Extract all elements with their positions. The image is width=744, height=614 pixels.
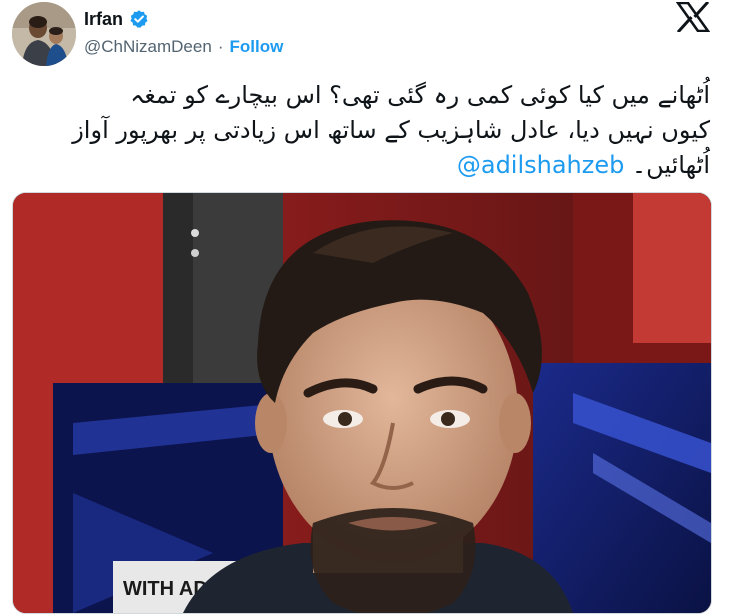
tweet-card: Irfan @ChNizamDeen · Follow اُٹھانے میں … xyxy=(0,0,744,614)
mention-link[interactable]: @adilshahzeb xyxy=(457,151,625,179)
follow-button[interactable]: Follow xyxy=(229,37,283,57)
tweet-text: اُٹھانے میں کیا کوئی کمی رہ گئی تھی؟ اس … xyxy=(20,78,710,183)
avatar[interactable] xyxy=(12,2,76,66)
tweet-media[interactable]: WITH ADIL xyxy=(12,192,712,614)
verified-badge-icon xyxy=(129,9,149,29)
tweet-text-line: اُٹھائیں۔ @adilshahzeb xyxy=(20,148,710,183)
tweet-text-fragment: اُٹھائیں۔ xyxy=(632,151,710,179)
author-display-name[interactable]: Irfan xyxy=(84,9,123,30)
avatar-image xyxy=(12,2,76,66)
media-photo: WITH ADIL xyxy=(13,193,711,613)
author-handle[interactable]: @ChNizamDeen xyxy=(84,37,212,57)
x-logo-icon[interactable] xyxy=(675,0,711,34)
author-handle-row: @ChNizamDeen · Follow xyxy=(84,36,283,58)
author-name-row: Irfan xyxy=(84,8,149,30)
tweet-text-line: اُٹھانے میں کیا کوئی کمی رہ گئی تھی؟ اس … xyxy=(130,81,710,109)
tweet-text-line: کیوں نہیں دیا، عادل شاہزیب کے ساتھ اس زی… xyxy=(72,116,710,144)
separator-dot: · xyxy=(217,37,224,56)
